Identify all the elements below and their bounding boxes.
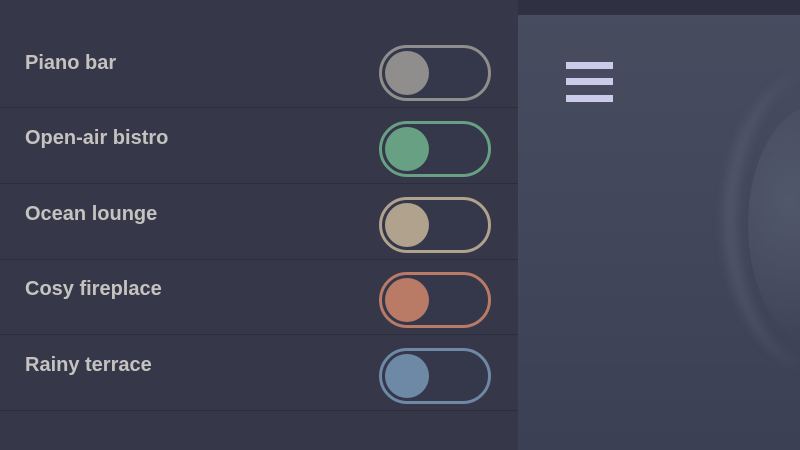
sidebar-item-label: Open-air bistro (25, 127, 169, 149)
sidebar-item-label: Piano bar (25, 52, 117, 74)
ocean-lounge-toggle[interactable] (379, 197, 491, 253)
toggle-knob (385, 354, 429, 398)
main-panel (518, 15, 800, 450)
toggle-knob (385, 127, 429, 171)
toggle-knob (385, 51, 429, 95)
sidebar-item-open-air-bistro: Open-air bistro (0, 108, 518, 184)
rainy-terrace-toggle[interactable] (379, 348, 491, 404)
sidebar-item-ocean-lounge: Ocean lounge (0, 184, 518, 260)
background-ring (723, 70, 800, 370)
sidebar-item-label: Rainy terrace (25, 354, 152, 376)
cosy-fireplace-toggle[interactable] (379, 272, 491, 328)
top-strip (518, 0, 800, 15)
piano-bar-toggle[interactable] (379, 45, 491, 101)
menu-bar (566, 78, 613, 85)
sidebar-item-rainy-terrace: Rainy terrace (0, 335, 518, 411)
sidebar-item-cosy-fireplace: Cosy fireplace (0, 259, 518, 335)
sidebar-item-label: Cosy fireplace (25, 278, 162, 300)
open-air-bistro-toggle[interactable] (379, 121, 491, 177)
sound-sidebar: Piano bar Open-air bistro Ocean lounge C… (0, 0, 518, 450)
sidebar-item-piano-bar: Piano bar (0, 32, 518, 108)
toggle-knob (385, 278, 429, 322)
menu-bar (566, 62, 613, 69)
menu-bar (566, 95, 613, 102)
toggle-knob (385, 203, 429, 247)
sidebar-item-label: Ocean lounge (25, 203, 158, 225)
hamburger-menu-icon[interactable] (566, 62, 613, 102)
